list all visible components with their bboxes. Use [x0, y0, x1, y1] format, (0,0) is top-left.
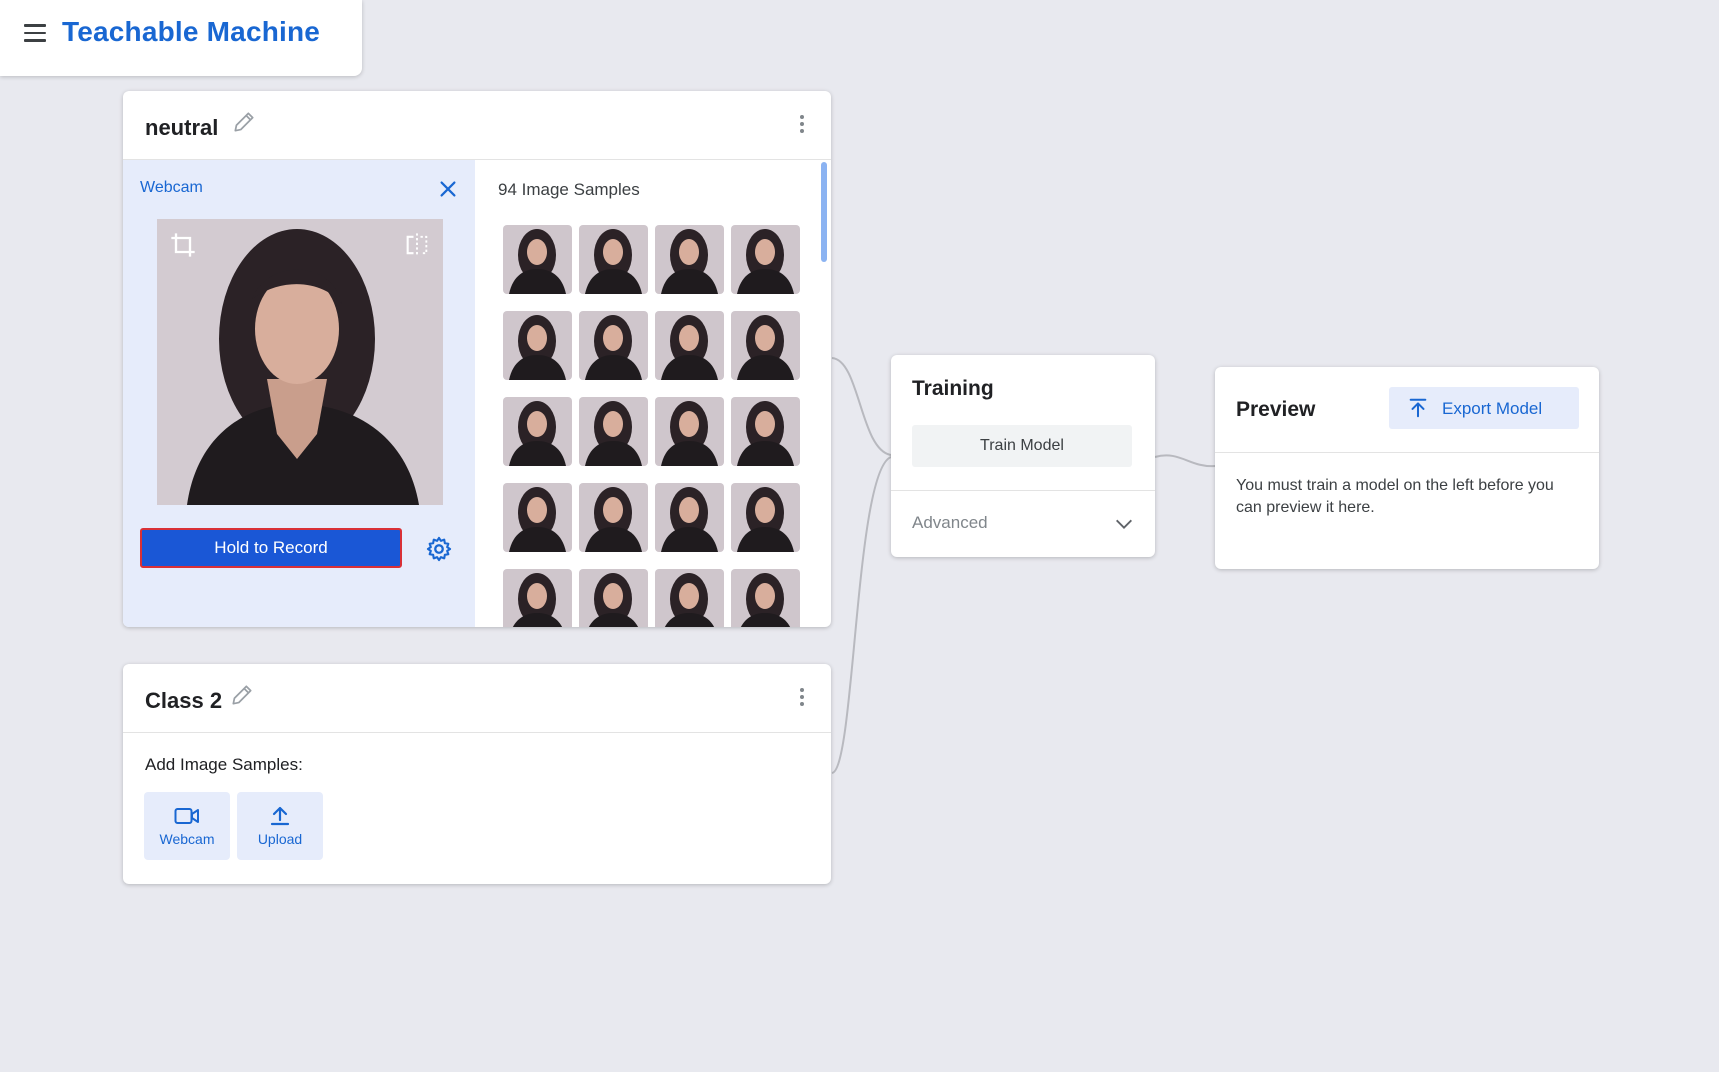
sample-thumbnail[interactable]: [655, 311, 724, 380]
class-card-header: neutral: [123, 91, 831, 160]
edit-icon[interactable]: [229, 682, 255, 708]
kebab-menu-icon[interactable]: [799, 115, 805, 137]
add-samples-label: Add Image Samples:: [145, 755, 303, 774]
preview-card: Preview Export Model You must train a mo…: [1215, 367, 1599, 569]
close-icon[interactable]: [437, 178, 459, 200]
webcam-panel: Webcam Hold to Record: [123, 160, 475, 627]
class-card-class-2: Class 2 Add Image Samples: Webcam Upload: [123, 664, 831, 884]
sample-thumbnail[interactable]: [655, 225, 724, 294]
class-card-neutral: neutral Webcam Hold to Record 94 Image S…: [123, 91, 831, 627]
webcam-video: [157, 219, 443, 505]
sample-thumbnail[interactable]: [503, 569, 572, 627]
thumbnail-grid: [503, 225, 800, 627]
sample-thumbnail[interactable]: [731, 569, 800, 627]
kebab-menu-icon[interactable]: [799, 688, 805, 710]
sample-thumbnail[interactable]: [503, 311, 572, 380]
crop-icon[interactable]: [169, 231, 197, 259]
sample-thumbnail[interactable]: [579, 225, 648, 294]
training-card: Training Train Model Advanced: [891, 355, 1155, 557]
upload-source-label: Upload: [257, 831, 303, 847]
training-title: Training: [912, 377, 994, 400]
sample-thumbnail[interactable]: [731, 397, 800, 466]
sample-thumbnail[interactable]: [579, 483, 648, 552]
export-icon: [1409, 398, 1427, 418]
sample-thumbnail[interactable]: [731, 483, 800, 552]
sample-thumbnail[interactable]: [655, 397, 724, 466]
advanced-toggle[interactable]: Advanced: [891, 491, 1155, 555]
sample-thumbnail[interactable]: [579, 311, 648, 380]
preview-title: Preview: [1236, 398, 1316, 421]
export-model-label: Export Model: [1442, 399, 1543, 418]
samples-count: 94 Image Samples: [498, 180, 640, 199]
connector-training-preview: [1154, 454, 1216, 468]
app-title[interactable]: Teachable Machine: [62, 16, 320, 48]
scrollbar[interactable]: [821, 162, 827, 262]
sample-thumbnail[interactable]: [503, 225, 572, 294]
sample-thumbnail[interactable]: [655, 483, 724, 552]
export-model-button[interactable]: Export Model: [1389, 387, 1579, 429]
upload-source-button[interactable]: Upload: [237, 792, 323, 860]
class-name[interactable]: neutral: [145, 115, 218, 141]
advanced-label: Advanced: [912, 513, 988, 532]
chevron-down-icon: [1116, 519, 1132, 529]
sample-thumbnail[interactable]: [579, 397, 648, 466]
sample-thumbnail[interactable]: [503, 483, 572, 552]
class-name[interactable]: Class 2: [145, 688, 222, 714]
sample-thumbnail[interactable]: [655, 569, 724, 627]
flip-icon[interactable]: [403, 231, 431, 259]
sample-thumbnail[interactable]: [503, 397, 572, 466]
train-model-button[interactable]: Train Model: [912, 425, 1132, 467]
settings-icon[interactable]: [425, 535, 453, 563]
webcam-source-button[interactable]: Webcam: [144, 792, 230, 860]
sample-thumbnail[interactable]: [579, 569, 648, 627]
connector-class2-training: [831, 456, 892, 774]
person-silhouette: [157, 219, 443, 505]
upload-icon: [270, 806, 290, 826]
hold-to-record-button[interactable]: Hold to Record: [140, 528, 402, 568]
connector-class1-training: [831, 357, 892, 456]
app-header: Teachable Machine: [0, 0, 362, 76]
class-card-header: Class 2: [123, 664, 831, 733]
webcam-source-label: Webcam: [159, 831, 215, 847]
menu-icon[interactable]: [24, 24, 46, 42]
webcam-label: Webcam: [140, 179, 203, 196]
sample-thumbnail[interactable]: [731, 225, 800, 294]
divider: [1215, 452, 1599, 453]
samples-panel: 94 Image Samples: [476, 160, 831, 627]
edit-icon[interactable]: [231, 109, 257, 135]
video-camera-icon: [174, 808, 199, 824]
preview-message: You must train a model on the left befor…: [1236, 477, 1554, 516]
sample-thumbnail[interactable]: [731, 311, 800, 380]
